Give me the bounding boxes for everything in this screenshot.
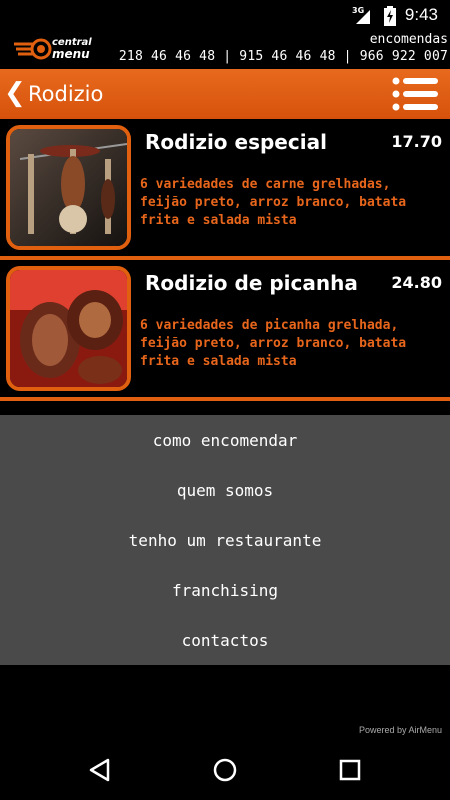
system-nav-bar <box>0 740 450 800</box>
rodizio-picanha-photo <box>6 266 131 391</box>
item-price: 17.70 <box>391 132 442 151</box>
item-description: 6 variedades de carne grelhadas, feijão … <box>140 177 407 228</box>
footer-link-franchising[interactable]: franchising <box>0 579 450 603</box>
order-phones[interactable]: 218 46 46 48 | 915 46 46 48 | 966 922 00… <box>119 48 448 66</box>
divider <box>0 401 450 415</box>
orders-label: encomendas <box>369 32 448 47</box>
orders-info: encomendas 218 46 46 48 | 915 46 46 48 |… <box>119 32 448 66</box>
rodizio-especial-photo <box>6 125 131 250</box>
footer-link-quem-somos[interactable]: quem somos <box>0 479 450 503</box>
footer-link-como-encomendar[interactable]: como encomendar <box>0 429 450 453</box>
circle-home-icon[interactable] <box>211 756 239 784</box>
triangle-back-icon[interactable] <box>86 756 114 784</box>
page-title: Rodizio <box>28 82 104 106</box>
clock: 9:43 <box>404 5 438 24</box>
signal-icon <box>356 10 370 24</box>
powered-by[interactable]: Powered by AirMenu <box>359 725 442 735</box>
brand-line2: menu <box>52 47 90 61</box>
item-name: Rodizio de picanha <box>145 271 358 295</box>
menu-item-list: Rodizio especial 17.70 6 variedades de c… <box>0 119 450 401</box>
footer-menu: como encomendar quem somos tenho um rest… <box>0 415 450 665</box>
footer-link-contactos[interactable]: contactos <box>0 629 450 653</box>
item-description: 6 variedades de picanha grelhada, feijão… <box>140 318 407 369</box>
category-toolbar: ❮ Rodizio <box>0 69 450 119</box>
battery-charging-icon <box>384 6 396 26</box>
logo-mark-icon <box>14 38 52 60</box>
square-recents-icon[interactable] <box>336 756 364 784</box>
menu-item[interactable]: Rodizio especial 17.70 6 variedades de c… <box>0 119 450 260</box>
item-name: Rodizio especial <box>145 130 327 154</box>
menu-item[interactable]: Rodizio de picanha 24.80 6 variedades de… <box>0 260 450 401</box>
status-bar: 3G 9:43 <box>0 0 450 32</box>
app-header: central menu encomendas 218 46 46 48 | 9… <box>0 32 450 68</box>
back-icon[interactable]: ❮ <box>4 77 26 109</box>
central-menu-logo[interactable]: central menu <box>12 36 92 64</box>
footer-link-tenho-um-restaurante[interactable]: tenho um restaurante <box>0 529 450 553</box>
list-menu-icon[interactable] <box>392 76 438 112</box>
item-price: 24.80 <box>391 273 442 292</box>
